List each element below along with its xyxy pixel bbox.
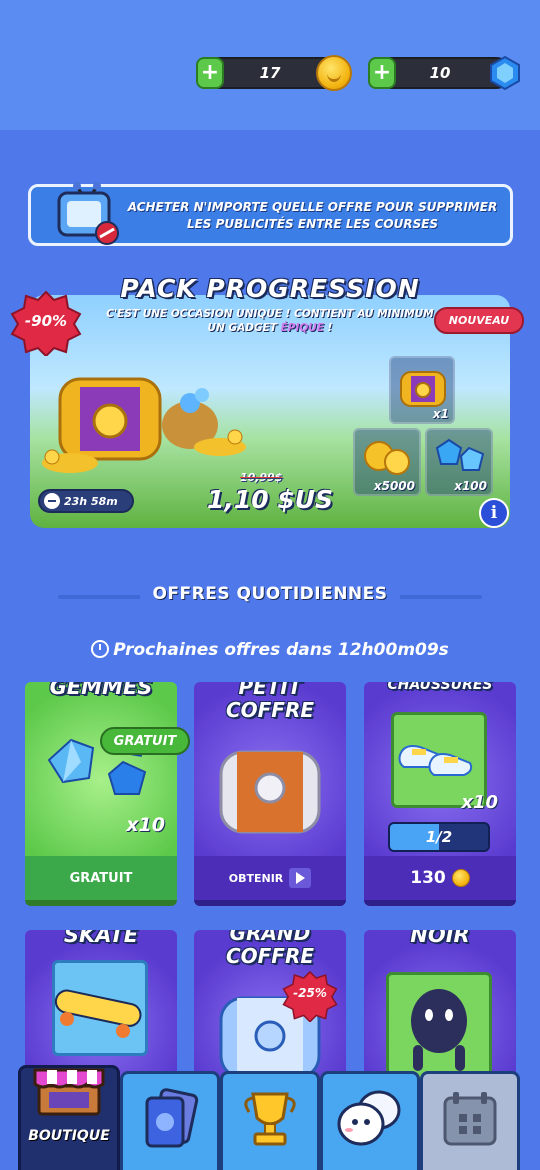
pack-item-chest: x1	[389, 356, 455, 424]
coin-counter: + 17	[196, 55, 352, 91]
offer-title: NOIR	[410, 930, 470, 947]
add-gems-button[interactable]: +	[368, 57, 396, 89]
nav-characters[interactable]	[320, 1071, 420, 1170]
small-chest-icon	[219, 750, 321, 834]
character-icon	[411, 989, 467, 1071]
pack-item-coins: x5000	[353, 428, 421, 496]
skate-frame	[52, 960, 148, 1056]
pack-old-price: 10,99$	[240, 471, 283, 484]
offer-card-shoes[interactable]: CHAUSSURES x10 130	[364, 682, 516, 906]
shop-icon	[33, 1068, 105, 1116]
coin-icon	[451, 869, 470, 887]
offer-card-gems[interactable]: GEMMES x10 GRATUIT	[25, 682, 177, 906]
offer-title: SKATE	[63, 930, 139, 947]
offer-title: PETIT COFFRE	[225, 682, 315, 722]
treasure-chest-illustration	[42, 377, 246, 473]
coin-icon	[316, 55, 352, 91]
pack-timer: 23h 58m	[38, 489, 134, 513]
shoes-qty: x10	[461, 792, 498, 813]
nav-shop-label: BOUTIQUE	[28, 1128, 110, 1144]
add-coins-button[interactable]: +	[196, 57, 224, 89]
calendar-icon	[443, 1092, 497, 1146]
offer-title: GRAND COFFRE	[225, 930, 315, 968]
coins-icon	[364, 441, 410, 475]
pack-subtitle: C'EST UNE OCCASION UNIQUE ! CONTIENT AU …	[106, 308, 434, 334]
pack-price[interactable]: 1,10 $US	[200, 485, 340, 514]
info-button[interactable]: i	[479, 498, 509, 528]
shoes-progress-label: 1/2	[425, 828, 453, 846]
new-badge: NOUVEAU	[434, 307, 524, 334]
big-chest-discount-badge: -25%	[282, 970, 338, 1023]
gem-counter: + 10	[368, 55, 520, 91]
bottom-navigation: BOUTIQUE	[0, 1065, 540, 1170]
remove-ads-text: ACHETER N'IMPORTE QUELLE OFFRE POUR SUPP…	[127, 200, 498, 231]
free-tag: GRATUIT	[100, 727, 190, 755]
gem-amount: 10	[429, 64, 451, 82]
shoes-price[interactable]: 130	[364, 856, 516, 900]
gems-qty: x10	[126, 814, 165, 836]
characters-icon	[337, 1090, 401, 1146]
nav-cards[interactable]	[120, 1071, 220, 1170]
pack-timer-text: 23h 58m	[64, 494, 118, 508]
nav-trophies[interactable]	[220, 1071, 320, 1170]
gem-icon	[490, 55, 520, 91]
remove-ads-banner[interactable]: ACHETER N'IMPORTE QUELLE OFFRE POUR SUPP…	[28, 182, 513, 246]
gems-foot: GRATUIT	[25, 856, 177, 900]
clock-icon	[91, 640, 110, 658]
offer-card-small-chest[interactable]: PETIT COFFRE OBTENIR	[194, 682, 346, 906]
trophy-icon	[244, 1092, 296, 1146]
cards-icon	[145, 1088, 199, 1148]
shoes-progress-bar: 1/2	[388, 822, 490, 852]
small-chest-foot[interactable]: OBTENIR	[194, 856, 346, 900]
tv-no-ads-icon	[57, 182, 119, 245]
daily-offers-heading: OFFRES QUOTIDIENNES	[0, 584, 540, 604]
pack-discount-badge: -90%	[10, 290, 82, 358]
video-ad-icon	[289, 868, 312, 888]
pack-item-chest-qty: x1	[432, 407, 449, 421]
skateboard-icon	[54, 989, 142, 1038]
pack-item-gems-qty: x100	[454, 479, 487, 493]
clock-icon	[44, 493, 60, 509]
shoes-icon	[398, 745, 473, 776]
next-offers-timer: Prochaines offres dans 12h00m09s	[0, 640, 540, 660]
offer-title: CHAUSSURES	[387, 682, 493, 693]
pack-item-coins-qty: x5000	[373, 479, 415, 493]
nav-shop[interactable]: BOUTIQUE	[18, 1065, 120, 1170]
pack-item-gems: x100	[425, 428, 493, 496]
offer-title: GEMMES	[49, 682, 153, 699]
nav-events[interactable]	[420, 1071, 520, 1170]
gems-icon	[435, 438, 485, 471]
coin-amount: 17	[259, 64, 281, 82]
